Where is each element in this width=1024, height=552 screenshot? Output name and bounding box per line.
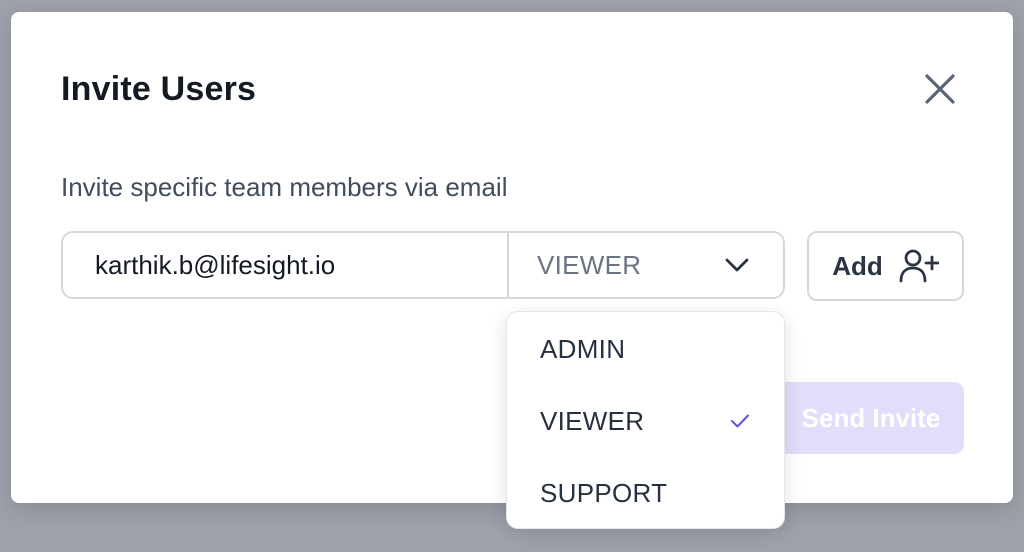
user-plus-icon (899, 249, 939, 283)
close-icon (925, 74, 955, 104)
role-option-label: ADMIN (540, 333, 626, 364)
role-option-label: VIEWER (540, 405, 645, 436)
chevron-down-icon (725, 258, 749, 272)
send-invite-label: Send Invite (801, 402, 941, 433)
check-icon (731, 414, 749, 428)
close-button[interactable] (919, 68, 961, 110)
send-invite-button[interactable]: Send Invite (764, 382, 964, 454)
add-button-label: Add (832, 250, 883, 281)
add-user-button[interactable]: Add (807, 231, 964, 301)
role-select-value: VIEWER (537, 249, 642, 280)
role-option-support[interactable]: SUPPORT (507, 464, 784, 522)
role-option-admin[interactable]: ADMIN (507, 320, 784, 378)
role-option-viewer[interactable]: VIEWER (507, 392, 784, 450)
role-option-label: SUPPORT (540, 477, 668, 508)
invite-input-group: VIEWER (61, 231, 785, 299)
modal-subtitle: Invite specific team members via email (61, 172, 508, 202)
email-field[interactable] (63, 233, 507, 297)
role-select[interactable]: VIEWER (507, 233, 783, 297)
modal-title: Invite Users (61, 70, 257, 108)
role-dropdown-menu: ADMIN VIEWER SUPPORT (506, 311, 785, 529)
